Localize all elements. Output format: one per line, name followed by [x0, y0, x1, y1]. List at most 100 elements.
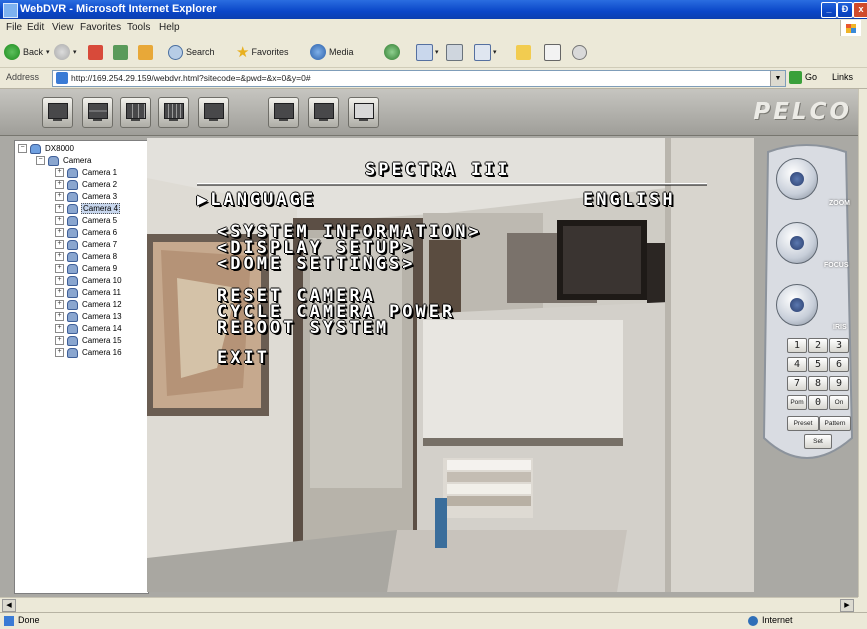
stop-button[interactable] [88, 43, 103, 61]
expand-icon[interactable]: + [55, 168, 64, 177]
media-button[interactable]: Media [310, 43, 354, 61]
menu-favorites[interactable]: Favorites [80, 22, 121, 33]
layout-quad-button[interactable] [82, 97, 113, 128]
search-button[interactable]: Search [168, 43, 215, 61]
keypad-key[interactable]: 4 [787, 357, 807, 372]
keypad-key[interactable]: 6 [829, 357, 849, 372]
tree-camera-item[interactable]: + Camera 13 [55, 311, 123, 322]
menu-edit[interactable]: Edit [27, 22, 44, 33]
scroll-right-icon[interactable]: ▶ [840, 599, 854, 612]
minimize-button[interactable]: _ [821, 2, 837, 18]
favorites-button[interactable]: ★ Favorites [236, 43, 288, 61]
scroll-left-icon[interactable]: ◀ [2, 599, 16, 612]
expand-icon[interactable]: + [55, 300, 64, 309]
keypad-key[interactable]: 7 [787, 376, 807, 391]
expand-icon[interactable]: + [55, 192, 64, 201]
expand-icon[interactable]: + [55, 348, 64, 357]
tree-camera-item[interactable]: + Camera 5 [55, 215, 118, 226]
folder-button[interactable] [516, 43, 531, 61]
menu-help[interactable]: Help [159, 22, 180, 33]
tree-camera-item[interactable]: + Camera 8 [55, 251, 118, 262]
expand-icon[interactable]: + [55, 240, 64, 249]
forward-dropdown-icon[interactable]: ▾ [73, 48, 77, 56]
expand-icon[interactable]: + [55, 324, 64, 333]
menu-tools[interactable]: Tools [127, 22, 150, 33]
vertical-scrollbar[interactable] [858, 89, 867, 597]
pattern-button[interactable]: Pattern [819, 416, 851, 431]
mail-button[interactable]: ▾ [416, 43, 439, 61]
zoom-control[interactable] [776, 158, 818, 200]
tree-camera-item[interactable]: + Camera 15 [55, 335, 123, 346]
expand-icon[interactable]: + [55, 264, 64, 273]
set-button[interactable]: Set [804, 434, 832, 449]
expand-icon[interactable]: + [55, 276, 64, 285]
history-button[interactable] [384, 43, 400, 61]
tree-camera-item[interactable]: + Camera 12 [55, 299, 123, 310]
back-button[interactable]: Back ▾ [4, 43, 50, 61]
tree-root[interactable]: − DX8000 [18, 143, 75, 154]
tree-camera-item[interactable]: + Camera 16 [55, 347, 123, 358]
close-button[interactable]: x [853, 2, 867, 18]
collapse-icon[interactable]: − [36, 156, 45, 165]
print-button[interactable] [446, 43, 463, 61]
back-dropdown-icon[interactable]: ▾ [46, 48, 50, 56]
iris-control[interactable] [776, 284, 818, 326]
expand-icon[interactable]: + [55, 228, 64, 237]
address-url[interactable]: http://169.254.29.159/webdvr.html?siteco… [71, 73, 311, 83]
collapse-icon[interactable]: − [18, 144, 27, 153]
tree-camera-item[interactable]: + Camera 1 [55, 167, 118, 178]
keypad-bottom-key[interactable]: 0 [808, 395, 828, 410]
home-button[interactable] [138, 43, 153, 61]
tree-camera-item[interactable]: + Camera 9 [55, 263, 118, 274]
keypad-key[interactable]: 8 [808, 376, 828, 391]
full-screen-button[interactable] [348, 97, 379, 128]
go-button[interactable]: Go [805, 72, 817, 82]
tree-camera-item[interactable]: + Camera 11 [55, 287, 122, 298]
keypad-key[interactable]: 2 [808, 338, 828, 353]
layout-single-button[interactable] [42, 97, 73, 128]
expand-icon[interactable]: + [55, 180, 64, 189]
messenger-button[interactable] [572, 43, 587, 61]
tree-camera-item[interactable]: + Camera 14 [55, 323, 123, 334]
video-display[interactable]: SPECTRA III ▶LANGUAGE ENGLISH <SYSTEM IN… [147, 138, 754, 592]
forward-button[interactable]: ▾ [54, 43, 77, 61]
tree-camera-group[interactable]: − Camera [36, 155, 92, 166]
keypad-key[interactable]: 3 [829, 338, 849, 353]
keypad-key[interactable]: 5 [808, 357, 828, 372]
layout-nine-button[interactable] [120, 97, 151, 128]
refresh-button[interactable] [113, 43, 128, 61]
expand-icon[interactable]: + [55, 252, 64, 261]
keypad-bottom-key[interactable]: Pom [787, 395, 807, 410]
keypad-key[interactable]: 9 [829, 376, 849, 391]
address-input[interactable]: http://169.254.29.159/webdvr.html?siteco… [52, 70, 786, 87]
menu-file[interactable]: File [6, 22, 22, 33]
tree-camera-item[interactable]: + Camera 10 [55, 275, 123, 286]
edit-button[interactable]: ▾ [474, 43, 497, 61]
preset-button[interactable]: Preset [787, 416, 819, 431]
keypad-key[interactable]: 1 [787, 338, 807, 353]
expand-icon[interactable]: + [55, 204, 64, 213]
expand-icon[interactable]: + [55, 288, 64, 297]
tree-camera-item[interactable]: + Camera 2 [55, 179, 118, 190]
keypad-bottom-key[interactable]: On [829, 395, 849, 410]
expand-icon[interactable]: + [55, 312, 64, 321]
one-plus-seven-view-icon [204, 103, 224, 119]
tree-camera-item[interactable]: + Camera 4 [55, 203, 121, 214]
horizontal-scrollbar[interactable]: ◀ ▶ [0, 597, 858, 612]
tree-camera-item[interactable]: + Camera 7 [55, 239, 118, 250]
expand-icon[interactable]: + [55, 336, 64, 345]
tree-camera-item[interactable]: + Camera 3 [55, 191, 118, 202]
menu-view[interactable]: View [52, 22, 74, 33]
maximize-button[interactable]: Ɖ [837, 2, 853, 18]
layout-sixteen-button[interactable] [158, 97, 189, 128]
expand-icon[interactable]: + [55, 216, 64, 225]
layout-2plus8-button[interactable] [308, 97, 339, 128]
go-arrow-icon[interactable] [789, 71, 802, 84]
layout-1plus5-button[interactable] [268, 97, 299, 128]
address-dropdown-icon[interactable]: ▼ [770, 71, 785, 86]
research-button[interactable] [544, 43, 561, 61]
links-button[interactable]: Links [832, 72, 853, 82]
layout-1plus7-button[interactable] [198, 97, 229, 128]
focus-control[interactable] [776, 222, 818, 264]
tree-camera-item[interactable]: + Camera 6 [55, 227, 118, 238]
